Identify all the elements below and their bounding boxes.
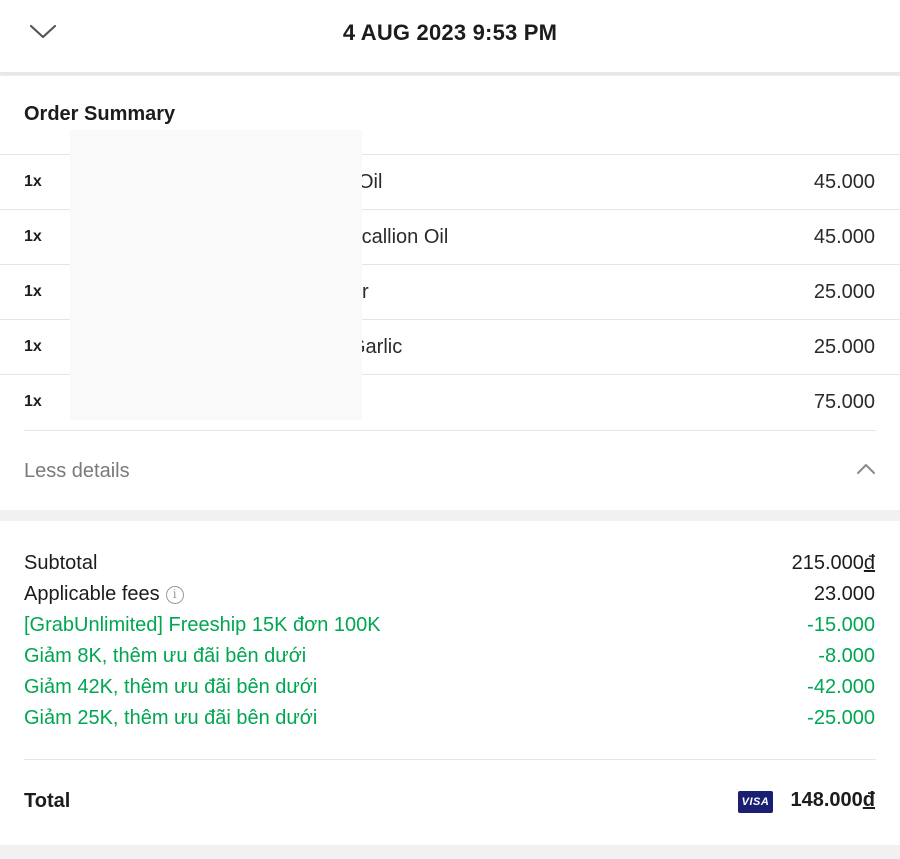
- subtotal-value: 215.000đ: [791, 552, 875, 574]
- promo-row: Giảm 25K, thêm ưu đãi bên dưới -25.000: [24, 707, 875, 737]
- info-icon[interactable]: i: [165, 586, 184, 604]
- item-quantity: 1x: [24, 228, 42, 245]
- promo-label: Giảm 42K, thêm ưu đãi bên dưới: [24, 676, 318, 698]
- promo-row: [GrabUnlimited] Freeship 15K đơn 100K -1…: [24, 614, 875, 644]
- promo-label: [GrabUnlimited] Freeship 15K đơn 100K: [24, 614, 381, 636]
- item-price: 25.000: [813, 281, 875, 303]
- divider: [24, 430, 876, 431]
- item-price: 45.000: [813, 171, 875, 193]
- item-quantity: 1x: [24, 283, 42, 300]
- section-title: Order Summary: [24, 103, 176, 125]
- fees-value: 23.000: [813, 583, 875, 605]
- total-value: 148.000đ: [790, 789, 875, 811]
- order-summary-card: Order Summary 1x Oil 45.000 1x th Scalli…: [0, 76, 900, 510]
- subtotal-label: Subtotal: [24, 552, 98, 574]
- promo-value: -42.000: [807, 676, 875, 698]
- totals-card: Subtotal 215.000đ Applicable fees i 23.00…: [0, 521, 900, 845]
- promo-value: -25.000: [807, 707, 875, 729]
- item-price: 25.000: [813, 336, 875, 358]
- promo-row: Giảm 8K, thêm ưu đãi bên dưới -8.000: [24, 645, 875, 675]
- subtotal-row: Subtotal 215.000đ: [24, 552, 875, 582]
- total-label: Total: [24, 790, 71, 812]
- header: 4 AUG 2023 9:53 PM: [0, 0, 900, 73]
- visa-card-icon: VISA: [738, 791, 773, 813]
- item-quantity: 1x: [24, 338, 42, 355]
- redacted-area: [70, 130, 362, 420]
- chevron-up-icon[interactable]: [856, 461, 876, 477]
- promo-label: Giảm 8K, thêm ưu đãi bên dưới: [24, 645, 307, 667]
- item-quantity: 1x: [24, 173, 42, 190]
- fees-row: Applicable fees i 23.000: [24, 583, 875, 613]
- promo-row: Giảm 42K, thêm ưu đãi bên dưới -42.000: [24, 676, 875, 706]
- promo-label: Giảm 25K, thêm ưu đãi bên dưới: [24, 707, 318, 729]
- item-price: 45.000: [813, 226, 875, 248]
- item-price: 75.000: [813, 391, 875, 413]
- item-quantity: 1x: [24, 393, 42, 410]
- promo-value: -8.000: [818, 645, 875, 667]
- page-title: 4 AUG 2023 9:53 PM: [342, 20, 558, 45]
- fees-label: Applicable fees i: [24, 583, 184, 606]
- promo-value: -15.000: [807, 614, 875, 636]
- divider: [24, 759, 876, 760]
- less-details-button[interactable]: Less details: [24, 460, 130, 483]
